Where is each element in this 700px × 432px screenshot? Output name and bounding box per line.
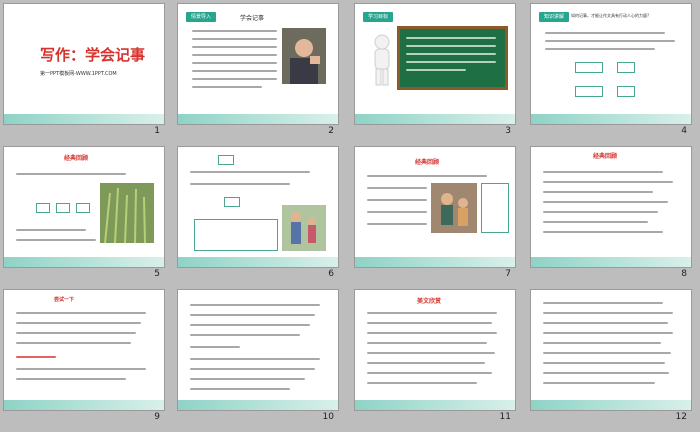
classroom-photo	[431, 183, 477, 233]
diagram-box	[617, 86, 635, 97]
slide-thumbnail-11[interactable]: 美文欣赏 11	[355, 290, 515, 422]
decor-band	[178, 400, 338, 410]
slide-heading: 美文欣赏	[417, 298, 442, 305]
decor-band	[355, 400, 515, 410]
slide-subtitle: 第一PPT模板网-WWW.1PPT.COM	[40, 71, 117, 77]
decor-band	[531, 257, 691, 267]
slide-heading: 经典回顾	[415, 159, 440, 166]
diagram-box	[575, 86, 603, 97]
decor-band	[178, 114, 338, 124]
decor-band	[178, 257, 338, 267]
decor-band	[4, 257, 164, 267]
slide-number: 3	[505, 126, 511, 136]
slide-thumbnail-6[interactable]: 6	[178, 147, 338, 279]
diagram-box	[218, 155, 234, 165]
slide-5[interactable]: 经典回顾	[4, 147, 164, 267]
diagram-box	[224, 197, 240, 207]
slide-number: 7	[505, 269, 511, 279]
text-line	[192, 62, 277, 64]
reed-photo	[100, 183, 154, 243]
diagram-box	[56, 203, 70, 213]
decor-band	[531, 114, 691, 124]
text-line	[192, 54, 277, 56]
slide-number: 5	[154, 269, 160, 279]
slide-number: 1	[154, 126, 160, 136]
slide-number: 8	[681, 269, 687, 279]
diagram-box	[575, 62, 603, 73]
decor-band	[4, 400, 164, 410]
slide-7[interactable]: 经典回顾	[355, 147, 515, 267]
slide-6[interactable]	[178, 147, 338, 267]
slide-thumbnail-8[interactable]: 经典回顾 8	[531, 147, 691, 279]
decor-band	[531, 400, 691, 410]
chalkboard	[397, 26, 508, 90]
diagram-box	[617, 62, 635, 73]
slide-12[interactable]	[531, 290, 691, 410]
slide-thumbnail-10[interactable]: 10	[178, 290, 338, 422]
section-tag: 情景导入	[186, 12, 217, 22]
text-line	[192, 38, 277, 40]
slide-sorter-grid: 写作：学会记事 第一PPT模板网-WWW.1PPT.COM 1 情景导入 学会记…	[0, 0, 700, 432]
note-box	[194, 219, 278, 251]
decor-band	[4, 114, 164, 124]
slide-number: 12	[675, 412, 687, 422]
text-line	[192, 70, 277, 72]
slide-thumbnail-7[interactable]: 经典回顾 7	[355, 147, 515, 279]
slide-thumbnail-12[interactable]: 12	[531, 290, 691, 422]
slide-thumbnail-5[interactable]: 经典回顾 5	[4, 147, 164, 279]
figure-illustration	[374, 34, 390, 86]
slide-thumbnail-2[interactable]: 情景导入 学会记事 2	[178, 4, 338, 136]
diagram-box	[76, 203, 90, 213]
decor-band	[355, 257, 515, 267]
slide-4[interactable]: 知识讲解 如何记事，才能让作文具有打动人心的力量?	[531, 4, 691, 124]
slide-3[interactable]: 学习目标	[355, 4, 515, 124]
slide-thumbnail-9[interactable]: 尝试一下 9	[4, 290, 164, 422]
note-box	[481, 183, 509, 233]
diagram-box	[36, 203, 50, 213]
text-line	[192, 30, 277, 32]
text-line	[192, 86, 262, 88]
slide-number: 9	[154, 412, 160, 422]
slide-2[interactable]: 情景导入 学会记事	[178, 4, 338, 124]
slide-heading: 尝试一下	[54, 297, 75, 303]
slide-heading: 经典回顾	[64, 155, 89, 162]
text-line	[192, 78, 277, 80]
slide-thumbnail-1[interactable]: 写作：学会记事 第一PPT模板网-WWW.1PPT.COM 1	[4, 4, 164, 136]
slide-number: 6	[328, 269, 334, 279]
slide-number: 4	[681, 126, 687, 136]
slide-9[interactable]: 尝试一下	[4, 290, 164, 410]
slide-heading: 经典回顾	[593, 153, 618, 160]
decor-band	[355, 114, 515, 124]
slide-heading: 学会记事	[240, 15, 265, 22]
slide-thumbnail-4[interactable]: 知识讲解 如何记事，才能让作文具有打动人心的力量? 4	[531, 4, 691, 136]
slide-1[interactable]: 写作：学会记事 第一PPT模板网-WWW.1PPT.COM	[4, 4, 164, 124]
section-tag: 知识讲解	[539, 12, 570, 22]
slide-11[interactable]: 美文欣赏	[355, 290, 515, 410]
slide-10[interactable]	[178, 290, 338, 410]
section-tag: 学习目标	[363, 12, 394, 22]
slide-number: 11	[499, 412, 511, 422]
text-line	[192, 46, 277, 48]
slide-heading: 如何记事，才能让作文具有打动人心的力量?	[571, 13, 650, 18]
slide-number: 10	[322, 412, 334, 422]
slide-number: 2	[328, 126, 334, 136]
slide-8[interactable]: 经典回顾	[531, 147, 691, 267]
teacher-photo	[282, 28, 326, 84]
family-photo	[282, 205, 326, 251]
slide-title: 写作：学会记事	[40, 46, 146, 64]
slide-thumbnail-3[interactable]: 学习目标 3	[355, 4, 515, 136]
